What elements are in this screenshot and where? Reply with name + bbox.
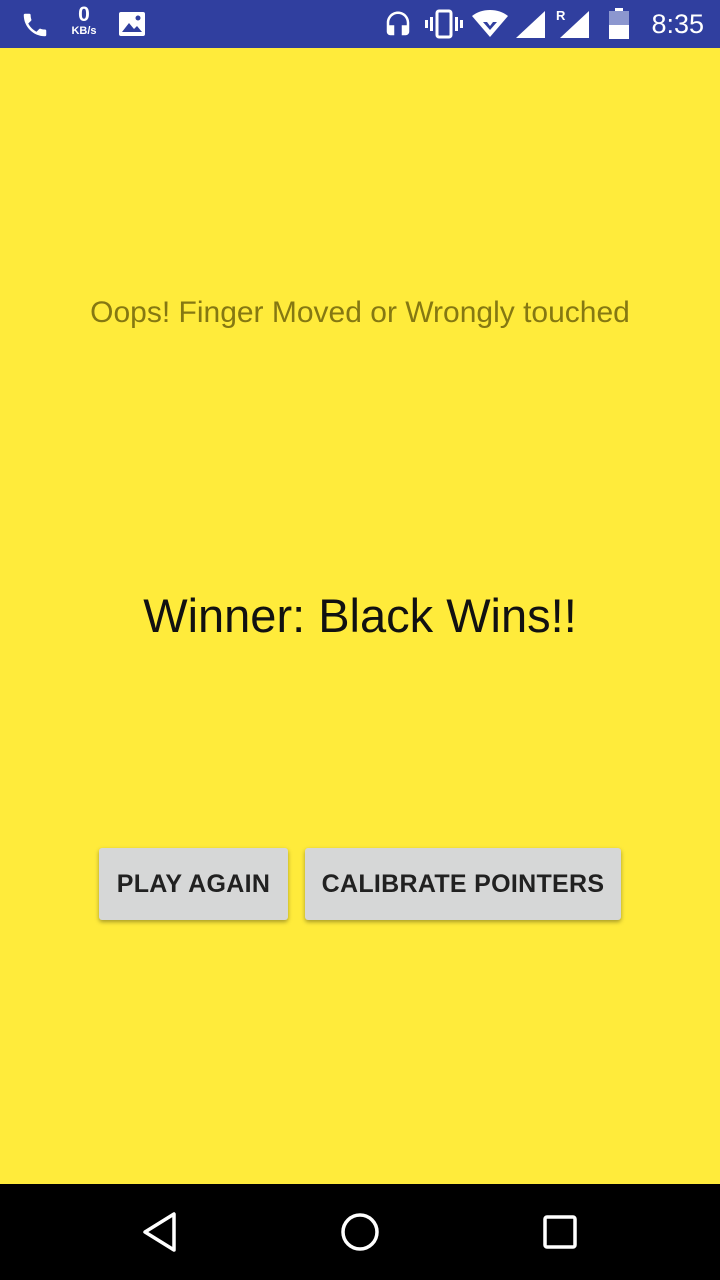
home-icon[interactable] (339, 1211, 381, 1253)
game-result-panel: Oops! Finger Moved or Wrongly touched Wi… (0, 48, 720, 1184)
winner-text: Winner: Black Wins!! (143, 589, 577, 642)
calibrate-pointers-button[interactable]: CALIBRATE POINTERS (305, 848, 621, 920)
network-speed-indicator: 0 KB/s (64, 4, 104, 37)
roaming-signal-icon: R (556, 8, 589, 38)
wifi-icon (472, 10, 508, 37)
navigation-bar (0, 1184, 720, 1280)
status-message: Oops! Finger Moved or Wrongly touched (90, 296, 630, 329)
battery-icon (609, 8, 629, 39)
headset-icon (386, 11, 410, 36)
app-screen: 0 KB/s R 8:35 Oops! Finger Moved or Wron… (0, 0, 720, 1280)
network-speed-value: 0 (78, 3, 90, 26)
status-bar: 0 KB/s R 8:35 (0, 0, 720, 48)
roaming-label: R (556, 8, 566, 23)
play-again-button[interactable]: PLAY AGAIN (99, 848, 288, 920)
status-time: 8:35 (651, 9, 704, 39)
recents-icon[interactable] (542, 1214, 578, 1250)
vibrate-icon (425, 9, 463, 39)
signal-icon (516, 11, 545, 38)
image-icon (119, 12, 145, 36)
network-speed-unit: KB/s (71, 25, 97, 37)
phone-icon (23, 13, 47, 37)
back-icon[interactable] (140, 1210, 180, 1254)
